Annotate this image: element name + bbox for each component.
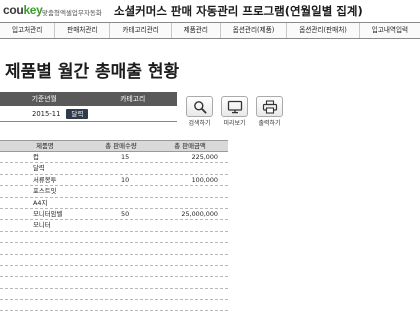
toolbar: 검색하기 미리보기 출력하기 [186,96,283,127]
cell-product: 포스트잇 [33,187,57,196]
cell-amount [152,232,228,242]
cell-product: 모니터 [33,221,51,230]
filter-panel: 기준년월 카테고리 2015-11 달력 [0,92,177,122]
cell-quantity: 15 [121,153,130,161]
cell-amount: 225,000 [191,153,218,161]
cell-quantity: 50 [121,209,130,218]
cell-quantity [90,266,152,276]
search-button-label: 검색하기 [188,120,211,127]
brand-tagline: 맞춤형엑셀업무자동화 [42,9,102,17]
cell-quantity [90,220,152,230]
table-row[interactable]: 서류봉투 10 100,000 [0,175,228,187]
printer-icon [262,99,277,114]
search-button[interactable]: 검색하기 [186,96,213,127]
app-title: 소셜커머스 판매 자동관리 프로그램(연월일별 집계) [114,4,363,18]
nav-item-receiving-entry[interactable]: 입고내역입력 [360,23,420,38]
sales-table: 제품명 총 판매수량 총 판매금액 컵 15 225,000 달력서류봉투 10 100,… [0,140,228,312]
cell-product: 컵 [33,153,39,161]
cell-quantity [90,255,152,265]
search-icon [193,100,207,114]
cell-amount [152,220,228,230]
table-row[interactable] [0,243,228,255]
table-header: 제품명 총 판매수량 총 판매금액 [0,140,228,152]
nav-item-option-seller[interactable]: 옵션관리(판매처) [287,23,360,38]
table-row[interactable]: 컵 15 225,000 [0,152,228,164]
table-row[interactable] [0,266,228,278]
cell-amount [152,163,228,173]
header-bar: coukey 맞춤형엑셀업무자동화 소셜커머스 판매 자동관리 프로그램(연월일… [0,0,420,22]
cell-product: 달력 [33,164,45,173]
cell-product [0,243,90,253]
preview-button[interactable]: 미리보기 [221,96,248,127]
cell-amount [152,243,228,253]
cell-amount [152,277,228,287]
cell-amount [152,300,228,310]
column-product: 제품명 [36,142,54,150]
brand-logo: coukey [3,3,43,17]
table-row[interactable]: 달력 [0,163,228,175]
table-row[interactable]: 모니터 [0,220,228,232]
filter-header: 기준년월 카테고리 [0,92,177,106]
cell-amount [152,255,228,265]
cell-product: 서류봉투 [33,175,57,184]
filter-row: 2015-11 달력 [0,106,177,122]
page-title: 제품별 월간 총매출 현황 [5,62,180,82]
table-row[interactable] [0,300,228,312]
cell-amount [152,266,228,276]
monitor-icon [227,100,242,113]
cell-amount: 100,000 [191,175,218,184]
table-row[interactable] [0,255,228,266]
print-button-frame [256,96,283,117]
cell-product [0,255,90,265]
category-header: 카테고리 [120,95,146,103]
search-button-frame [186,96,213,117]
cell-product [0,232,90,242]
cell-quantity: 10 [121,175,130,184]
table-row[interactable] [0,277,228,289]
cell-amount [152,289,228,299]
print-button[interactable]: 출력하기 [256,96,283,127]
period-value[interactable]: 2015-11 [32,110,60,118]
brand-logo-main: cou [3,3,24,17]
print-button-label: 출력하기 [258,120,281,127]
column-quantity: 총 판매수량 [105,142,137,150]
cell-product [0,300,90,310]
cell-quantity [90,243,152,253]
nav-item-seller[interactable]: 판매처관리 [55,23,111,38]
cell-product: 모니터암벨 [33,209,63,218]
column-amount: 총 판매금액 [174,142,206,150]
nav-item-product[interactable]: 제품관리 [172,23,221,38]
period-header: 기준년월 [31,95,57,103]
cell-quantity [90,277,152,287]
table-row[interactable] [0,232,228,244]
cell-amount: 25,000,000 [181,209,218,218]
nav-item-supplier[interactable]: 입고처관리 [0,23,56,38]
cell-quantity [90,300,152,310]
cell-product: A4지 [33,198,48,207]
table-row[interactable]: A4지 [0,198,228,209]
nav-item-option-product[interactable]: 옵션관리(제품) [221,23,288,38]
table-row[interactable]: 포스트잇 [0,186,228,198]
cell-quantity [90,198,152,208]
cell-product [0,289,90,299]
preview-button-frame [221,96,248,117]
nav-item-category[interactable]: 카테고리관리 [110,23,172,38]
cell-quantity [90,186,152,196]
table-body: 컵 15 225,000 달력서류봉투 10 100,000 포스트잇 A4지모니터암벨 50 2… [0,152,228,312]
main-nav: 입고처관리 판매처관리 카테고리관리 제품관리 옵션관리(제품) 옵션관리(판매… [0,22,420,39]
cell-product [0,277,90,287]
table-row[interactable]: 모니터암벨 50 25,000,000 [0,209,228,221]
preview-button-label: 미리보기 [223,120,246,127]
table-row[interactable] [0,289,228,301]
cell-amount [152,186,228,196]
calendar-button[interactable]: 달력 [66,108,89,119]
cell-amount [152,198,228,208]
cell-quantity [90,232,152,242]
brand-logo-accent: key [23,3,43,17]
cell-product [0,266,90,276]
cell-quantity [90,163,152,173]
cell-quantity [90,289,152,299]
